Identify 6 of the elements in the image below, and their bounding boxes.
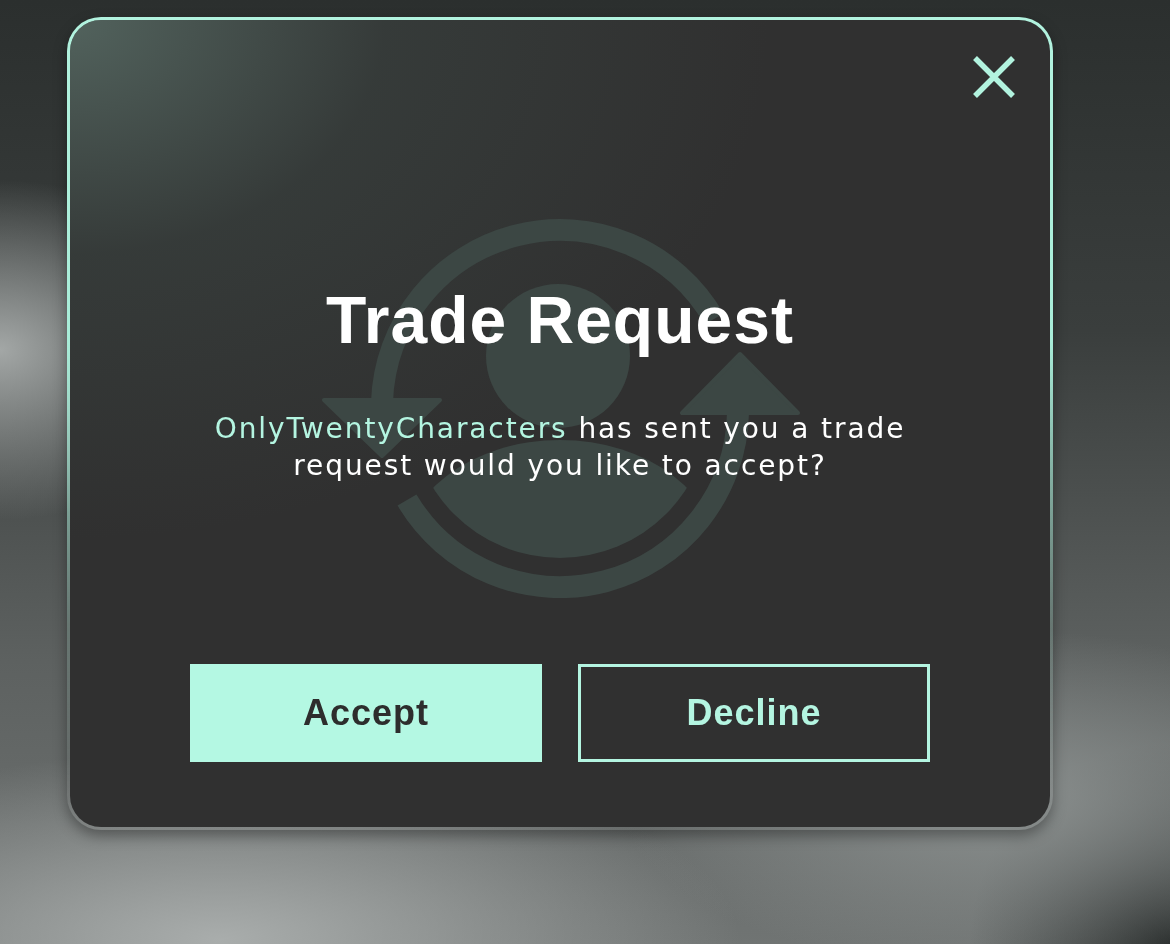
request-message: OnlyTwentyCharacters has sent you a trade request would you like to accept? xyxy=(213,411,907,484)
decline-button[interactable]: Decline xyxy=(578,664,930,762)
close-button[interactable] xyxy=(972,55,1016,99)
accept-button[interactable]: Accept xyxy=(190,664,542,762)
close-icon xyxy=(972,55,1016,99)
dialog-title: Trade Request xyxy=(326,282,794,359)
